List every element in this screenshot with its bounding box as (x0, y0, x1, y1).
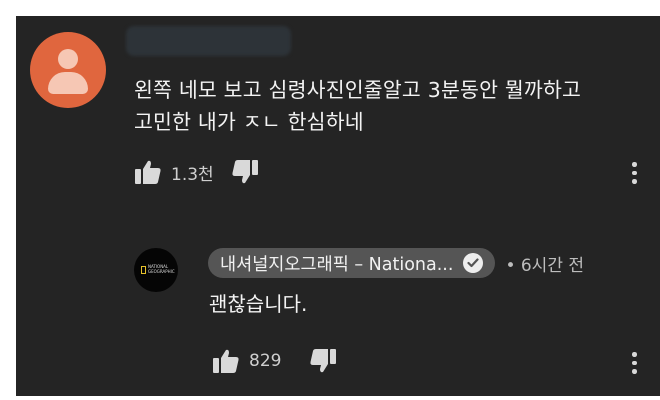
channel-name-chip[interactable]: 내셔널지오그래픽 – Nationa... (208, 248, 496, 278)
reply-timestamp: • 6시간 전 (505, 255, 585, 276)
more-vert-icon[interactable] (630, 162, 638, 188)
blurred-username[interactable] (126, 26, 291, 56)
kebab-dot (632, 179, 637, 184)
channel-name: 내셔널지오그래픽 – Nationa... (220, 254, 454, 275)
comment-text-line2: 고민한 내가 ㅈㄴ 한심하네 (134, 110, 364, 134)
kebab-dot (632, 170, 637, 175)
avatar-body (48, 72, 88, 94)
kebab-dot (632, 360, 637, 365)
thumbs-down-icon[interactable] (231, 159, 259, 185)
natgeo-logo: NATIONAL GEOGRAPHIC (141, 264, 175, 274)
kebab-dot (632, 162, 637, 167)
comment-thread: 왼쪽 네모 보고 심령사진인줄알고 3분동안 뭘까하고 고민한 내가 ㅈㄴ 한심… (16, 16, 660, 396)
verified-check-icon (463, 253, 484, 273)
reply-actions: 829 (212, 348, 337, 374)
reply-text: 괜찮습니다. (209, 292, 308, 316)
natgeo-yellow-border (141, 265, 146, 274)
avatar-head (58, 49, 78, 69)
reply-header: 내셔널지오그래픽 – Nationa... • 6시간 전 (208, 248, 584, 278)
commenter-avatar[interactable] (30, 32, 106, 108)
like-count: 829 (249, 351, 282, 371)
thumbs-down-icon[interactable] (309, 348, 337, 374)
natgeo-avatar[interactable]: NATIONAL GEOGRAPHIC (134, 248, 178, 292)
thumbs-up-icon[interactable] (212, 348, 240, 374)
comment-text-line1: 왼쪽 네모 보고 심령사진인줄알고 3분동안 뭘까하고 (134, 78, 582, 102)
comment-text: 왼쪽 네모 보고 심령사진인줄알고 3분동안 뭘까하고 고민한 내가 ㅈㄴ 한심… (134, 74, 644, 138)
kebab-dot (632, 352, 637, 357)
more-vert-icon[interactable] (630, 352, 638, 378)
kebab-dot (632, 369, 637, 374)
comment-actions: 1.3천 (134, 159, 259, 185)
natgeo-logo-text: NATIONAL GEOGRAPHIC (148, 264, 175, 274)
thumbs-up-icon[interactable] (134, 159, 162, 185)
like-count: 1.3천 (171, 164, 214, 185)
